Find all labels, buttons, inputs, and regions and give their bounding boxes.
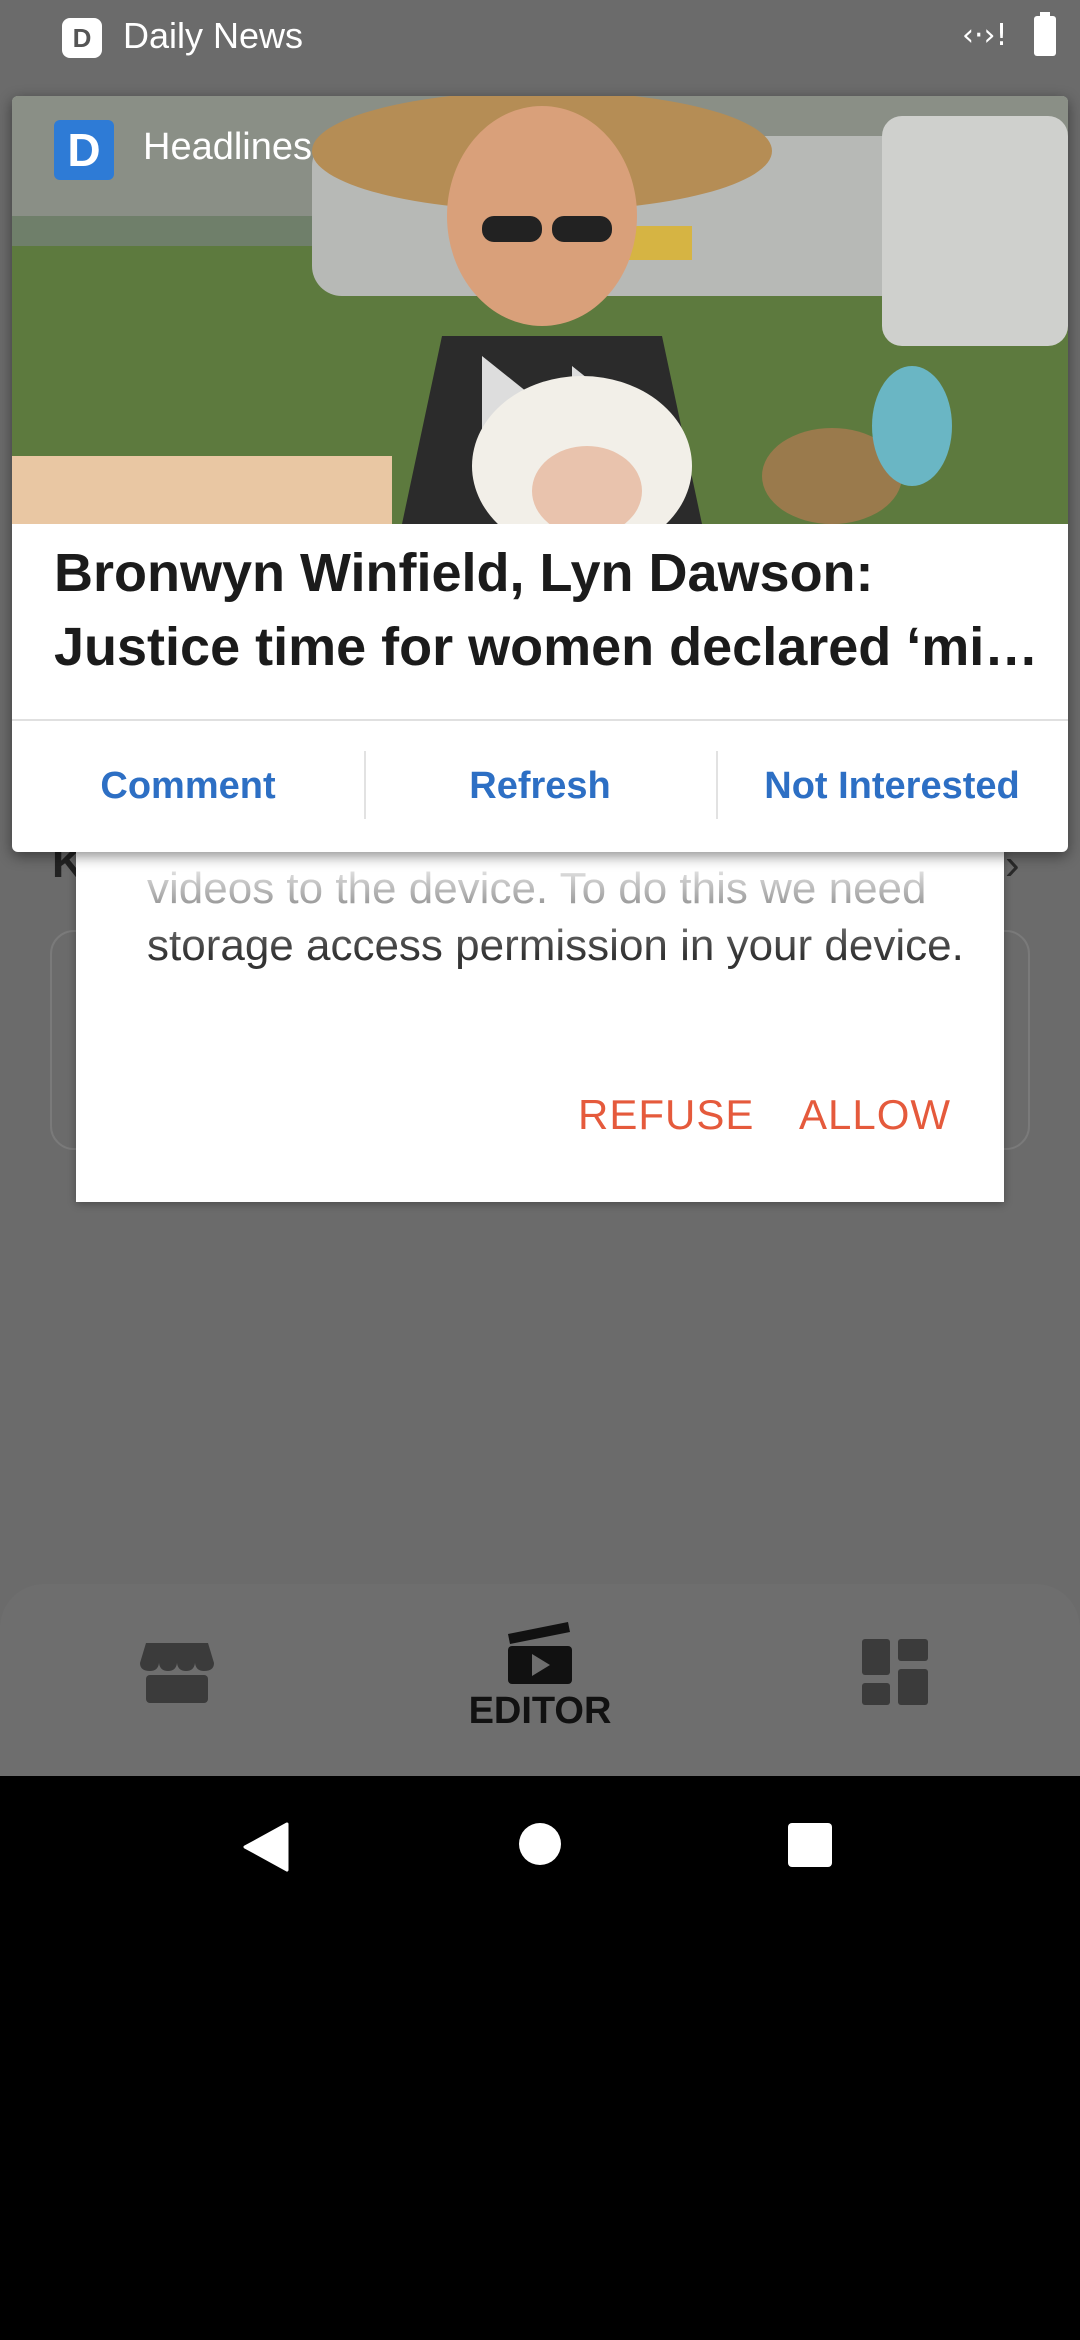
bottom-navigation: EDITOR <box>0 1584 1080 1776</box>
home-icon[interactable] <box>518 1822 562 1866</box>
nav-store[interactable] <box>140 1639 214 1705</box>
headlines-app-icon: D <box>54 120 114 180</box>
back-icon[interactable] <box>243 1822 289 1872</box>
wifi-icon: ‹·›! <box>962 18 1008 53</box>
refresh-button[interactable]: Refresh <box>364 721 716 852</box>
refuse-button[interactable]: REFUSE <box>572 1090 760 1140</box>
allow-button[interactable]: ALLOW <box>793 1090 957 1140</box>
permission-message: videos to the device. To do this we need… <box>147 864 964 970</box>
notification-app-label: Headlines <box>143 126 312 168</box>
not-interested-button[interactable]: Not Interested <box>716 721 1068 852</box>
clapperboard-icon <box>508 1622 572 1684</box>
status-app-name: Daily News <box>123 15 304 56</box>
nav-editor-label: EDITOR <box>468 1690 612 1732</box>
nav-editor[interactable]: EDITOR <box>460 1620 620 1733</box>
notification-actions: Comment Refresh Not Interested <box>12 721 1068 852</box>
headline-notification[interactable]: D Headlines Bronwyn Winfield, Lyn Dawson… <box>12 96 1068 852</box>
notification-title[interactable]: Bronwyn Winfield, Lyn Dawson: Justice ti… <box>54 536 1044 684</box>
nav-dashboard[interactable] <box>862 1639 928 1705</box>
comment-button[interactable]: Comment <box>12 721 364 852</box>
status-bar: D Daily News ‹·›! <box>0 0 1080 74</box>
store-icon <box>140 1643 214 1703</box>
system-navigation-bar <box>0 1776 1080 1912</box>
recents-icon[interactable] <box>787 1822 833 1868</box>
daily-news-app-icon: D <box>62 18 102 58</box>
battery-icon <box>1034 12 1056 56</box>
dashboard-icon <box>862 1639 928 1705</box>
